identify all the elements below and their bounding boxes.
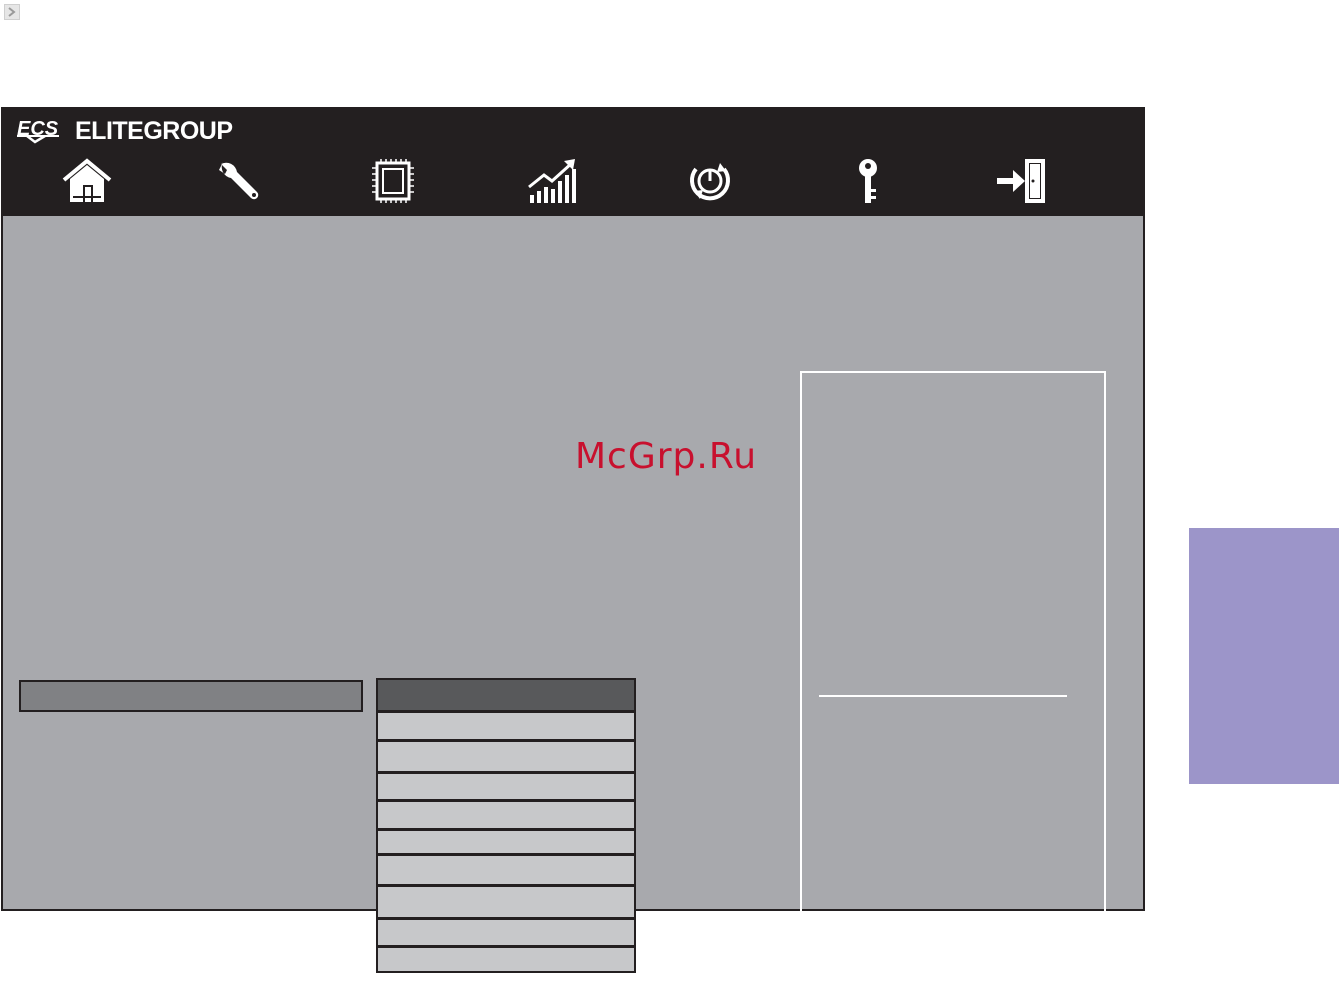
key-icon (859, 159, 877, 203)
chart-up-icon (528, 159, 576, 203)
popup-option[interactable] (378, 742, 634, 771)
selected-setting-bar[interactable] (19, 680, 363, 712)
main-nav (3, 151, 1143, 211)
popup-option[interactable] (378, 920, 634, 945)
expand-arrow-icon[interactable] (4, 4, 20, 20)
ecs-logo: ECS (15, 114, 67, 149)
popup-header (378, 680, 634, 710)
nav-boot[interactable] (680, 151, 740, 211)
popup-option[interactable] (378, 948, 634, 971)
bios-window: ECS ELITEGROUP (1, 107, 1145, 1001)
nav-main[interactable] (57, 151, 117, 211)
popup-option[interactable] (378, 774, 634, 799)
nav-chipset[interactable] (363, 151, 423, 211)
main-content (3, 216, 1143, 1001)
help-panel (800, 371, 1106, 1001)
wrench-icon (219, 162, 259, 200)
help-divider (819, 695, 1067, 697)
bios-header: ECS ELITEGROUP (3, 109, 1143, 216)
popup-option[interactable] (378, 831, 634, 853)
home-icon (62, 158, 112, 202)
option-popup (376, 678, 636, 973)
nav-security[interactable] (838, 151, 898, 211)
section-side-tab (1189, 528, 1339, 784)
brand: ECS ELITEGROUP (15, 115, 233, 147)
chip-icon (372, 159, 414, 203)
nav-mibflash[interactable] (522, 151, 582, 211)
popup-option[interactable] (378, 856, 634, 884)
popup-option[interactable] (378, 713, 634, 739)
nav-exit[interactable] (992, 151, 1052, 211)
power-icon (690, 163, 730, 201)
popup-option[interactable] (378, 802, 634, 828)
nav-advanced[interactable] (210, 151, 270, 211)
brand-name: ELITEGROUP (75, 116, 233, 145)
watermark: McGrp.Ru (575, 436, 758, 477)
exit-icon (997, 159, 1045, 203)
